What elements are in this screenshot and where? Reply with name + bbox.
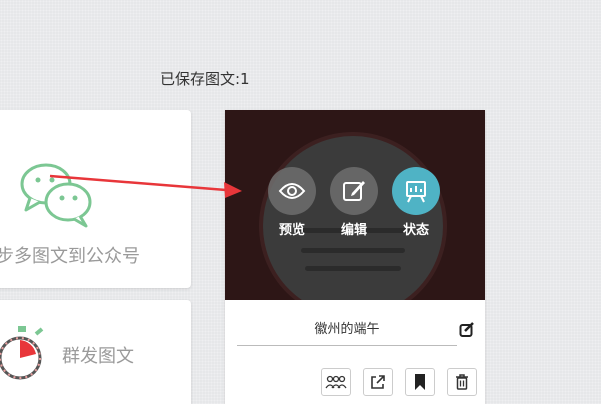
annotation-arrow [49,174,242,198]
